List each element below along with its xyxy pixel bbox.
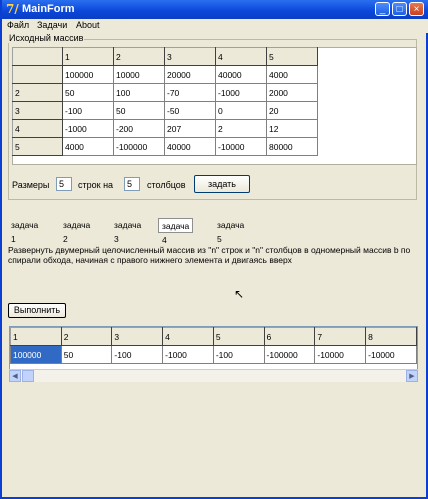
- grid-cell[interactable]: 50: [62, 83, 114, 102]
- grid-cell[interactable]: 100: [113, 83, 165, 102]
- tab-task-3[interactable]: задача 3: [111, 218, 144, 244]
- group-label: Исходный массив: [8, 33, 85, 43]
- grid-cell[interactable]: 0: [215, 101, 267, 120]
- col-header: 5: [212, 327, 265, 346]
- grid-cell[interactable]: -10000: [215, 137, 267, 156]
- col-header: 2: [60, 327, 113, 346]
- table-row: 2 50 100 -70 -1000 2000: [12, 83, 318, 102]
- grid-cell[interactable]: 10000: [113, 65, 165, 84]
- row-header: 5: [12, 137, 63, 156]
- grid-cell[interactable]: -100: [212, 345, 265, 364]
- grid-cell[interactable]: -100000: [263, 345, 316, 364]
- scroll-right-icon[interactable]: ▶: [406, 370, 418, 382]
- menu-bar: Файл Задачи About: [4, 19, 428, 33]
- col-header: 5: [266, 47, 318, 66]
- minimize-icon[interactable]: _: [375, 2, 390, 16]
- table-row: 4 -1000 -200 207 2 12: [12, 119, 318, 138]
- grid-cell[interactable]: 20000: [164, 65, 216, 84]
- grid-cell[interactable]: -10000: [365, 345, 417, 364]
- grid-cell[interactable]: 100000: [62, 65, 114, 84]
- title-bar: 7/ MainForm _ □ ×: [2, 0, 428, 19]
- grid-cell[interactable]: -70: [164, 83, 216, 102]
- grid-cell[interactable]: -1000: [162, 345, 214, 364]
- col-header: 3: [164, 47, 216, 66]
- result-grid-table[interactable]: 1 2 3 4 5 6 7 8 100000 50 -100 -1000 -10…: [10, 327, 417, 364]
- col-header: 7: [314, 327, 367, 346]
- grid-cell[interactable]: 40000: [215, 65, 267, 84]
- grid-cell[interactable]: 12: [266, 119, 318, 138]
- menu-file[interactable]: Файл: [7, 20, 29, 30]
- grid-corner-cell: [12, 47, 63, 66]
- main-window: 7/ MainForm _ □ × Файл Задачи About Исхо…: [0, 0, 428, 499]
- grid-cell[interactable]: -1000: [215, 83, 267, 102]
- mouse-cursor-icon: ↖: [234, 287, 245, 301]
- row-header: 2: [12, 83, 63, 102]
- grid-cell[interactable]: 2: [215, 119, 267, 138]
- grid-cell[interactable]: 4000: [62, 137, 114, 156]
- table-row: 100000 10000 20000 40000 4000: [12, 65, 318, 84]
- menu-tasks[interactable]: Задачи: [37, 20, 67, 30]
- size-label: Размеры: [12, 180, 50, 190]
- table-row: 5 4000 -100000 40000 -10000 80000: [12, 137, 318, 156]
- grid-cell[interactable]: 207: [164, 119, 216, 138]
- grid-cell[interactable]: 40000: [164, 137, 216, 156]
- grid-cell[interactable]: -100: [111, 345, 164, 364]
- table-row: 3 -100 50 -50 0 20: [12, 101, 318, 120]
- grid-cell[interactable]: 100000: [10, 345, 62, 364]
- grid-cell[interactable]: 50: [113, 101, 165, 120]
- rows-input[interactable]: 5: [56, 177, 72, 191]
- window-title: MainForm: [22, 3, 75, 15]
- run-button[interactable]: Выполнить: [8, 303, 66, 318]
- row-header: [12, 65, 63, 84]
- result-hscrollbar[interactable]: ◀ ▶: [9, 369, 418, 382]
- grid-cell[interactable]: -100: [62, 101, 114, 120]
- grid-cell[interactable]: 80000: [266, 137, 318, 156]
- cols-label: столбцов: [147, 180, 186, 190]
- col-header: 4: [215, 47, 267, 66]
- table-row: 100000 50 -100 -1000 -100 -100000 -10000…: [10, 345, 417, 364]
- tab-task-5[interactable]: задача 5: [214, 218, 247, 244]
- close-icon[interactable]: ×: [409, 2, 424, 16]
- col-header: 8: [365, 327, 417, 346]
- maximize-icon[interactable]: □: [392, 2, 407, 16]
- tab-task-1[interactable]: задача 1: [8, 218, 41, 244]
- menu-about[interactable]: About: [76, 20, 100, 30]
- grid-cell[interactable]: -1000: [62, 119, 114, 138]
- col-header: 3: [111, 327, 164, 346]
- col-header: 1: [62, 47, 114, 66]
- grid-cell[interactable]: 20: [266, 101, 318, 120]
- grid-cell[interactable]: -10000: [314, 345, 367, 364]
- scroll-thumb[interactable]: [22, 370, 34, 382]
- grid-cell[interactable]: 2000: [266, 83, 318, 102]
- row-header: 4: [12, 119, 63, 138]
- task-description: Развернуть двумерный целочисленный масси…: [8, 245, 411, 265]
- col-header: 4: [162, 327, 214, 346]
- grid-cell[interactable]: 50: [60, 345, 113, 364]
- app-icon: 7/: [6, 2, 19, 16]
- grid-cell[interactable]: -50: [164, 101, 216, 120]
- grid-cell[interactable]: 4000: [266, 65, 318, 84]
- source-grid-table[interactable]: 1 2 3 4 5 100000 10000 20000 40000 4000 …: [12, 47, 318, 156]
- tab-task-2[interactable]: задача 2: [60, 218, 93, 244]
- set-size-button[interactable]: задать: [194, 175, 250, 193]
- grid-header-row: 1 2 3 4 5: [12, 47, 318, 66]
- grid-cell[interactable]: -200: [113, 119, 165, 138]
- col-header: 2: [113, 47, 165, 66]
- row-header: 3: [12, 101, 63, 120]
- cols-input[interactable]: 5: [124, 177, 140, 191]
- grid-header-row: 1 2 3 4 5 6 7 8: [10, 327, 417, 346]
- rows-label: строк на: [78, 180, 114, 190]
- scroll-left-icon[interactable]: ◀: [9, 370, 21, 382]
- grid-cell[interactable]: -100000: [113, 137, 165, 156]
- col-header: 6: [263, 327, 316, 346]
- tab-task-4[interactable]: задача 4: [158, 218, 194, 245]
- col-header: 1: [10, 327, 62, 346]
